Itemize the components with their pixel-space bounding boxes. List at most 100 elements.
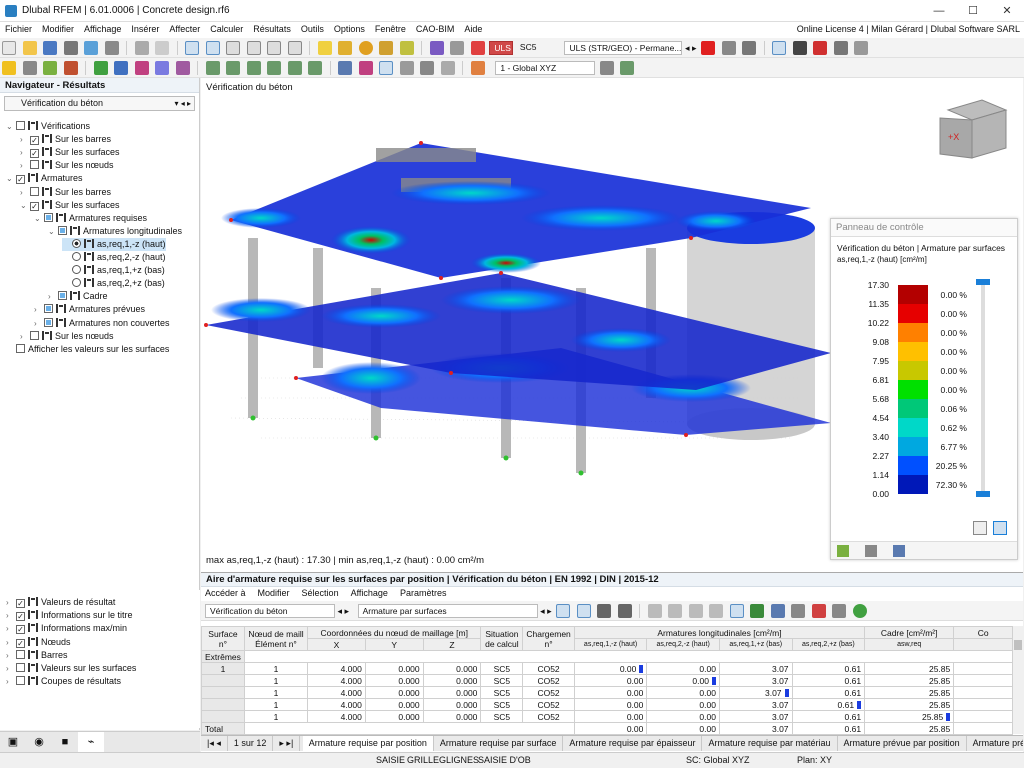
expand-icon[interactable]: ›	[6, 662, 16, 675]
select2-icon[interactable]	[576, 604, 591, 618]
col-a3[interactable]: as,req,1,+z (bas)	[718, 638, 793, 651]
wave-icon[interactable]	[379, 61, 394, 75]
checkbox[interactable]	[58, 225, 67, 235]
camera-tab-icon[interactable]: ■	[52, 732, 78, 752]
undo-icon[interactable]	[134, 41, 149, 55]
menu-acceder[interactable]: Accéder à	[205, 588, 246, 598]
render-icon[interactable]	[420, 61, 435, 75]
snap-icon[interactable]	[43, 61, 58, 75]
colors-icon[interactable]	[852, 604, 867, 618]
tree-item[interactable]: Afficher les valeurs sur les surfaces	[6, 343, 169, 356]
tree-item[interactable]: ⌄ Sur les surfaces	[20, 199, 120, 212]
tree-item[interactable]: ⌄ Vérifications	[6, 120, 90, 133]
checkbox[interactable]	[30, 201, 39, 211]
grid6-icon[interactable]	[308, 61, 323, 75]
copy-icon[interactable]	[973, 521, 987, 535]
col-co[interactable]: Co	[953, 626, 1013, 639]
display-option-item[interactable]: › Valeurs de résultat	[6, 596, 115, 609]
select2-arrows[interactable]: ◂ ▸	[540, 606, 552, 616]
tree-item[interactable]: › Armatures prévues	[34, 303, 145, 316]
table-row[interactable]: 1 4.000 0.000 0.000 SC5 CO52 0.00 0.00 3.07 0.61 2…	[201, 686, 1013, 699]
display-icon[interactable]	[772, 41, 787, 55]
calc-icon[interactable]	[338, 41, 353, 55]
tree-item[interactable]: as,req,2,-z (haut)	[62, 251, 166, 264]
expand-icon[interactable]: ›	[6, 675, 16, 688]
axes-icon[interactable]	[22, 61, 37, 75]
table-type-select[interactable]: Armature par surfaces	[357, 604, 538, 618]
expand-icon[interactable]: ›	[20, 330, 30, 343]
view-window-icon[interactable]	[185, 41, 200, 55]
tree-item[interactable]: › Sur les barres	[20, 133, 111, 146]
checkbox[interactable]	[44, 304, 53, 314]
col-long[interactable]: Armatures longitudinales [cm²/m]	[573, 626, 866, 639]
scale-tab-icon[interactable]	[865, 545, 877, 557]
open-folder-icon[interactable]	[22, 41, 37, 55]
checkbox[interactable]	[16, 663, 25, 672]
col-z[interactable]: Z	[422, 638, 482, 651]
expand-icon[interactable]: ⌄	[6, 120, 16, 133]
expand-icon[interactable]: ›	[20, 186, 30, 199]
view-cube[interactable]: +X	[938, 96, 1008, 160]
color-icon[interactable]	[470, 61, 485, 75]
solid-icon[interactable]	[155, 61, 170, 75]
excel-icon[interactable]	[750, 604, 765, 618]
tree-item[interactable]: › Cadre	[48, 290, 108, 303]
settings-icon[interactable]	[833, 41, 848, 55]
tree-item[interactable]: › Sur les surfaces	[20, 146, 120, 159]
sun-icon[interactable]	[2, 61, 16, 75]
col-y[interactable]: Y	[364, 638, 424, 651]
menu-modifier-table[interactable]: Modifier	[258, 588, 290, 598]
tab-prov-more[interactable]: Armature prévue pa	[967, 736, 1023, 751]
col-node[interactable]: Nœud de maill Élément n°	[243, 626, 309, 651]
table-sort-icon[interactable]	[791, 604, 806, 618]
funnel-icon[interactable]	[338, 61, 353, 75]
status-saisie[interactable]: SAISIE	[376, 755, 405, 765]
pointer-icon[interactable]	[811, 604, 826, 618]
check-icon[interactable]	[399, 41, 414, 55]
legend-settings-icon[interactable]	[993, 521, 1007, 535]
table-row[interactable]: 1 4.000 0.000 0.000 SC5 CO52 0.00 0.00 3.07 0.61 2…	[201, 710, 1013, 723]
target-icon[interactable]	[358, 41, 373, 55]
expand-icon[interactable]: ›	[6, 609, 16, 622]
checkbox[interactable]	[30, 149, 39, 159]
lc-prev-icon[interactable]	[470, 41, 485, 55]
grid-icon[interactable]	[205, 61, 220, 75]
zoom-icon[interactable]	[854, 41, 869, 55]
error-icon[interactable]	[701, 41, 716, 55]
opening-icon[interactable]	[175, 61, 190, 75]
display-option-item[interactable]: › Valeurs sur les surfaces	[6, 662, 136, 675]
table-design-select[interactable]: Vérification du béton	[205, 604, 335, 618]
radio-button[interactable]	[72, 278, 81, 288]
col-loading[interactable]: Chargemen n°	[522, 626, 575, 651]
checkbox[interactable]	[16, 638, 25, 648]
table-total-row[interactable]: Total 0.00 0.00 3.07 0.61 25.85	[201, 722, 1013, 735]
table-import-icon[interactable]	[688, 604, 703, 618]
surface-icon[interactable]	[134, 61, 149, 75]
col-cadre[interactable]: Cadre [cm²/m²]	[864, 626, 955, 639]
view-grid-icon[interactable]	[267, 41, 282, 55]
tab-prov-position[interactable]: Armature prévue par position	[838, 736, 967, 751]
zoom-table-icon[interactable]	[617, 604, 632, 618]
tab-req-thickness[interactable]: Armature requise par épaisseur	[563, 736, 703, 751]
status-grille[interactable]: GRILLE	[407, 755, 439, 765]
col-a1[interactable]: as,req,1,-z (haut)	[573, 638, 648, 651]
tree-item[interactable]: › Sur les nœuds	[20, 159, 114, 172]
checkbox[interactable]	[16, 649, 25, 659]
table-scrollbar[interactable]	[1013, 626, 1023, 734]
col-coords[interactable]: Coordonnées du nœud de maillage [m]	[307, 626, 482, 639]
model-viewport[interactable]: Vérification du béton +X max as,req,1,-z…	[201, 78, 1023, 572]
checkbox[interactable]	[58, 291, 67, 301]
results-icon[interactable]	[379, 41, 394, 55]
slider-handle-top[interactable]	[976, 279, 990, 285]
result-view-icon[interactable]	[450, 41, 465, 55]
menu-resultats[interactable]: Résultats	[248, 22, 296, 36]
model-3d-view[interactable]	[201, 78, 831, 553]
col-a2[interactable]: as,req,2,-z (haut)	[646, 638, 720, 651]
checkbox[interactable]	[16, 676, 25, 686]
display-option-item[interactable]: › Nœuds	[6, 636, 71, 649]
expand-icon[interactable]: ⌄	[34, 212, 44, 225]
deform-icon[interactable]	[358, 61, 373, 75]
tab-req-surface[interactable]: Armature requise par surface	[434, 736, 564, 751]
tree-item[interactable]: ⌄ Armatures	[6, 172, 83, 185]
expand-icon[interactable]: ⌄	[48, 225, 58, 238]
